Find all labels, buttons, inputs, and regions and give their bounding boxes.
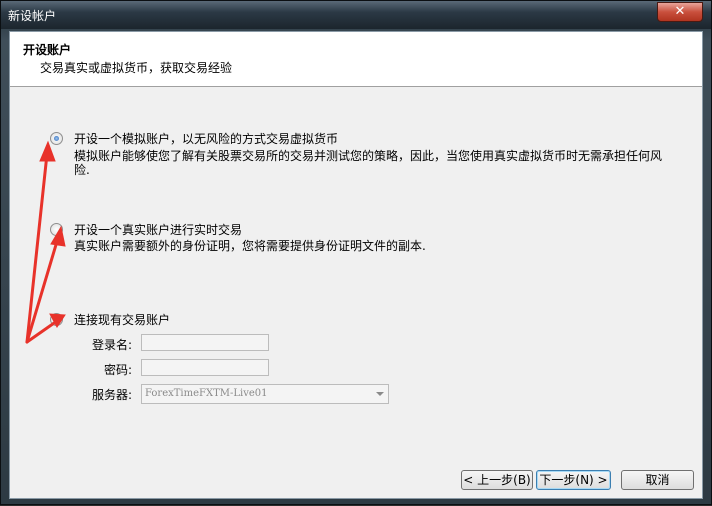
title-bar[interactable]: 新设帐户 ✕ [1,1,711,29]
dialog-body: 开设账户 交易真实或虚拟货币，获取交易经验 开设一个模拟账户，以无风险的方式交易… [9,31,703,499]
option-existing-label[interactable]: 连接现有交易账户 [74,311,170,328]
close-button[interactable]: ✕ [657,2,703,22]
password-label: 密码: [103,363,132,377]
password-field[interactable] [141,359,269,376]
option-demo-label[interactable]: 开设一个模拟账户，以无风险的方式交易虚拟货币 [74,130,338,147]
option-real-description: 真实账户需要额外的身份证明，您将需要提供身份证明文件的副本. [74,239,426,253]
radio-demo-account[interactable] [50,132,63,145]
header-subtitle: 交易真实或虚拟货币，获取交易经验 [40,61,233,75]
server-label: 服务器: [91,388,132,402]
dialog-header: 开设账户 交易真实或虚拟货币，获取交易经验 [10,32,702,87]
option-demo-description: 模拟账户能够使您了解有关股票交易所的交易并测试您的策略，因此，当您使用真实虚拟货… [74,149,663,177]
header-title: 开设账户 [23,43,72,57]
close-icon: ✕ [674,4,686,19]
server-select-value: ForexTimeFXTM-Live01 [145,388,268,399]
radio-real-account[interactable] [50,223,63,236]
radio-existing-account[interactable] [50,313,63,326]
option-real-label[interactable]: 开设一个真实账户进行实时交易 [74,221,242,238]
login-field[interactable] [141,334,269,351]
next-button[interactable]: 下一步(N) > [536,470,611,490]
server-select[interactable]: ForexTimeFXTM-Live01 [141,384,389,404]
login-label: 登录名: [91,338,132,352]
new-account-dialog: 新设帐户 ✕ 开设账户 交易真实或虚拟货币，获取交易经验 开设一个模拟账户，以无… [0,0,712,505]
chevron-down-icon [376,392,384,396]
back-button[interactable]: < 上一步(B) [461,470,533,490]
window-title: 新设帐户 [8,9,57,23]
cancel-button[interactable]: 取消 [621,470,694,490]
